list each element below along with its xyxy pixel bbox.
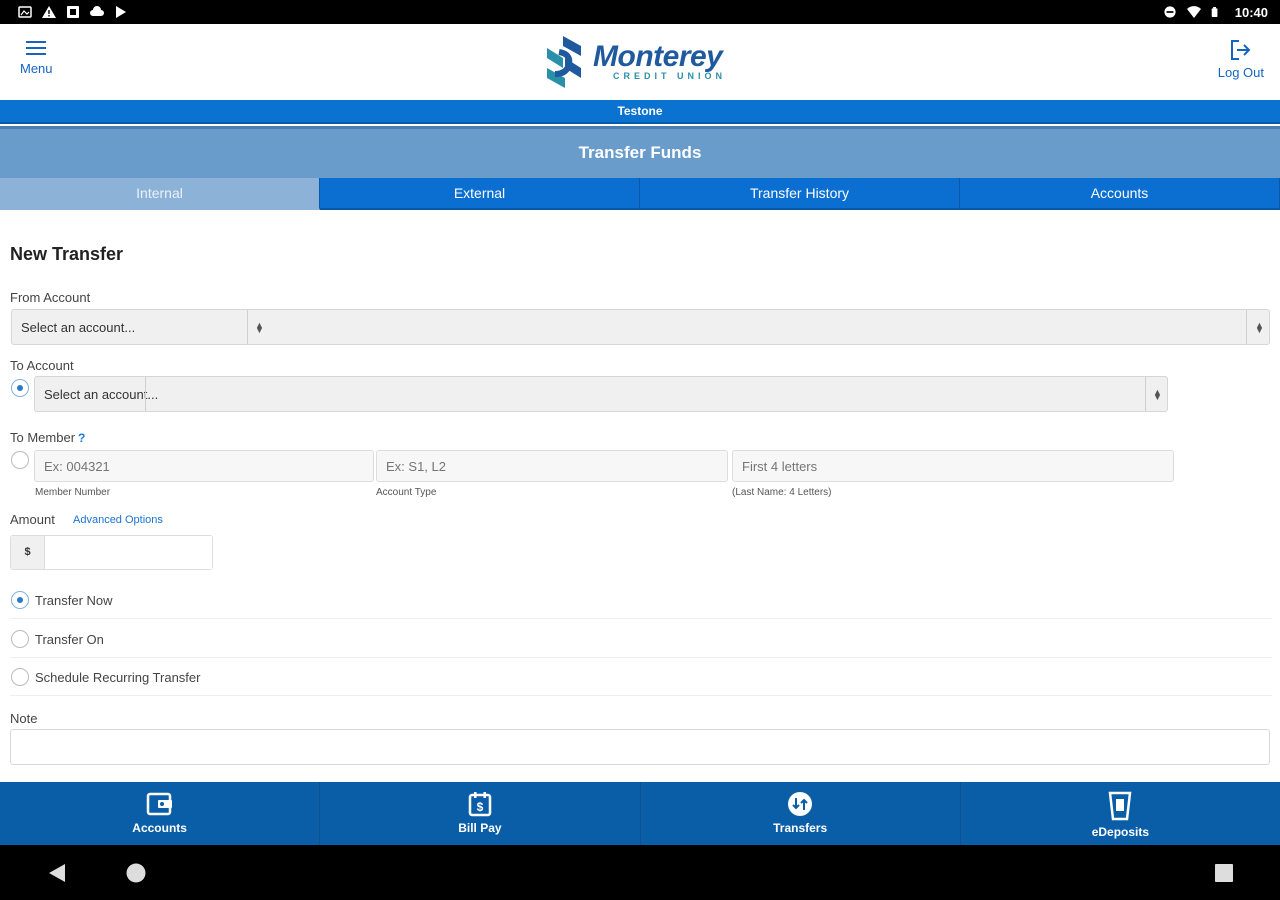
clock: 10:40 — [1234, 4, 1268, 20]
nav-edeposits[interactable]: eDeposits — [961, 782, 1280, 845]
nav-transfers[interactable]: Transfers — [641, 782, 961, 845]
app-header: Menu Monterey CREDIT UNION Log Out — [0, 24, 1280, 100]
battery-icon — [1211, 7, 1218, 17]
advanced-options-link[interactable]: Advanced Options — [73, 514, 163, 526]
nav-bill-pay[interactable]: $ Bill Pay — [320, 782, 641, 845]
recents-icon[interactable] — [1215, 864, 1233, 882]
recurring-transfer-radio[interactable] — [11, 668, 29, 686]
wifi-icon — [1186, 6, 1201, 18]
account-type-input[interactable] — [376, 450, 728, 482]
logo-wordmark: Monterey — [593, 40, 723, 73]
member-number-input[interactable] — [34, 450, 374, 482]
transfer-now-radio[interactable] — [11, 591, 29, 609]
amount-label: Amount — [10, 512, 55, 527]
last-name-sublabel: (Last Name: 4 Letters) — [732, 487, 832, 498]
do-not-disturb-icon — [1164, 6, 1176, 18]
logo-subtitle: CREDIT UNION — [613, 71, 726, 81]
transfer-tabs: Internal External Transfer History Accou… — [0, 178, 1280, 210]
image-notification-icon — [67, 6, 79, 18]
android-navigation-bar — [0, 845, 1280, 900]
to-member-radio[interactable] — [11, 451, 29, 469]
select-arrows-icon: ▲ ▼ — [1153, 387, 1162, 402]
back-icon[interactable] — [47, 863, 67, 883]
bill-calendar-icon: $ — [468, 792, 492, 817]
transfer-on-radio[interactable] — [11, 630, 29, 648]
logout-label: Log Out — [1217, 65, 1264, 80]
to-account-select[interactable]: Select an account... ▲ ▼ — [34, 376, 1168, 412]
member-number-sublabel: Member Number — [35, 487, 111, 498]
transfer-now-label: Transfer Now — [35, 593, 113, 608]
menu-button[interactable]: Menu — [20, 40, 53, 76]
notification-icons — [18, 6, 128, 18]
last-name-input[interactable] — [732, 450, 1174, 482]
warning-icon — [42, 6, 56, 18]
android-status-bar: 10:40 — [0, 0, 1280, 24]
deposit-cup-icon — [1108, 791, 1132, 821]
recurring-transfer-label: Schedule Recurring Transfer — [35, 670, 201, 685]
logout-icon — [1230, 40, 1251, 60]
timing-option-transfer-now[interactable]: Transfer Now — [10, 581, 1272, 619]
hamburger-icon — [26, 41, 47, 55]
transfer-on-label: Transfer On — [35, 632, 104, 647]
amount-field: $ — [10, 535, 213, 570]
nav-transfers-label: Transfers — [773, 821, 828, 835]
nav-accounts-label: Accounts — [132, 821, 187, 835]
svg-text:$: $ — [477, 800, 484, 814]
from-account-label: From Account — [10, 290, 91, 305]
to-account-label: To Account — [10, 358, 74, 373]
transfer-icon — [788, 792, 813, 816]
to-member-help-icon[interactable]: ? — [78, 431, 85, 445]
timing-option-transfer-on[interactable]: Transfer On — [10, 620, 1272, 658]
page-title: Transfer Funds — [0, 126, 1280, 178]
form-heading: New Transfer — [10, 244, 124, 264]
from-account-value: Select an account... — [21, 319, 136, 335]
select-divider — [145, 377, 146, 411]
note-input[interactable] — [10, 729, 1270, 765]
select-divider — [1145, 377, 1146, 411]
tab-internal[interactable]: Internal — [0, 178, 320, 210]
to-member-label: To Member? — [10, 430, 85, 445]
play-store-icon — [116, 6, 126, 18]
to-account-radio[interactable] — [11, 379, 29, 397]
select-arrows-icon: ▲ ▼ — [255, 320, 264, 335]
to-account-value: Select an account... — [44, 386, 159, 402]
select-arrows-icon: ▲ ▼ — [1255, 320, 1264, 335]
bottom-navigation: Accounts $ Bill Pay Transfers eDeposits — [0, 782, 1280, 845]
user-name-bar: Testone — [0, 100, 1280, 124]
currency-prefix: $ — [11, 536, 45, 569]
wallet-icon — [146, 792, 172, 816]
select-divider — [247, 310, 248, 344]
from-account-select[interactable]: Select an account... ▲ ▼ ▲ ▼ — [11, 309, 1270, 345]
logo-mark-icon — [547, 36, 581, 88]
tab-accounts[interactable]: Accounts — [960, 178, 1280, 210]
amount-input[interactable] — [45, 536, 212, 569]
tab-transfer-history[interactable]: Transfer History — [640, 178, 960, 210]
cloud-icon — [90, 6, 104, 16]
home-icon[interactable] — [126, 863, 146, 883]
account-type-sublabel: Account Type — [376, 487, 437, 498]
to-member-label-text: To Member — [10, 430, 76, 445]
nav-bill-pay-label: Bill Pay — [458, 821, 502, 835]
system-icons: 10:40 — [1163, 5, 1268, 20]
note-label: Note — [10, 711, 38, 726]
select-divider — [1246, 310, 1247, 344]
photo-notification-icon — [18, 6, 32, 18]
menu-label: Menu — [20, 61, 53, 76]
logout-button[interactable]: Log Out — [1218, 40, 1264, 80]
nav-accounts[interactable]: Accounts — [0, 782, 321, 845]
logo-text: Monterey CREDIT UNION — [593, 40, 726, 82]
tab-external[interactable]: External — [320, 178, 640, 210]
timing-option-recurring[interactable]: Schedule Recurring Transfer — [10, 658, 1272, 696]
monterey-logo: Monterey CREDIT UNION — [541, 34, 726, 90]
nav-edeposits-label: eDeposits — [1091, 825, 1150, 839]
